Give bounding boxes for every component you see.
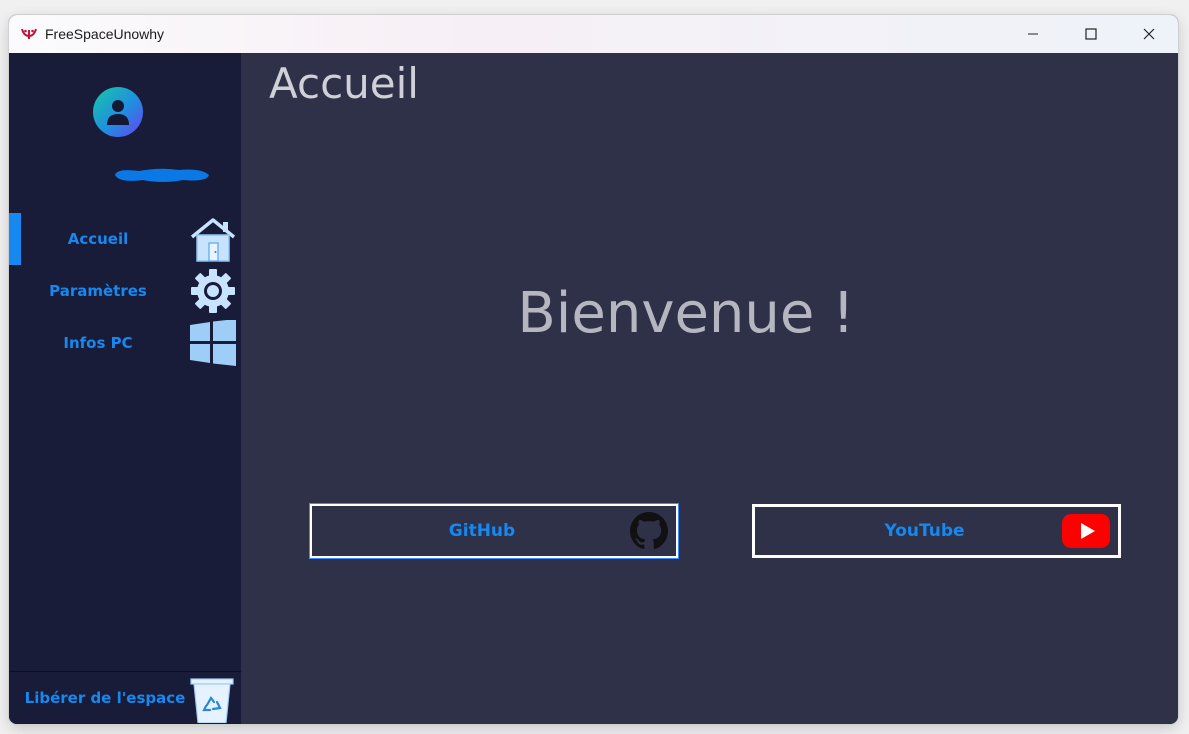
sidebar-item-accueil[interactable]: Accueil: [9, 213, 241, 265]
maximize-icon: [1085, 28, 1097, 40]
sidebar-item-label: Paramètres: [49, 282, 147, 300]
sidebar-item-infos-pc[interactable]: Infos PC: [9, 317, 241, 369]
sidebar-item-parametres[interactable]: Paramètres: [9, 265, 241, 317]
sidebar: Accueil Paramètres Infos PC Libérer de l…: [9, 53, 241, 724]
avatar: [93, 87, 143, 137]
close-button[interactable]: [1120, 15, 1178, 53]
youtube-icon: [1062, 514, 1110, 548]
main-content: Accueil Bienvenue ! GitHub YouTube: [241, 53, 1178, 724]
username-redaction: [115, 168, 209, 182]
minimize-icon: [1028, 33, 1038, 35]
window-title: FreeSpaceUnowhy: [45, 26, 165, 42]
close-icon: [1143, 28, 1155, 40]
recycle-bin-icon: [189, 677, 235, 724]
title-bar[interactable]: FreeSpaceUnowhy: [9, 15, 1178, 53]
youtube-button[interactable]: YouTube: [752, 504, 1121, 558]
home-icon: [189, 216, 237, 262]
app-window: FreeSpaceUnowhy Accueil Paramètres Infos…: [9, 15, 1178, 724]
user-icon: [107, 100, 129, 125]
github-button[interactable]: GitHub: [310, 504, 678, 558]
github-button-label: GitHub: [448, 521, 516, 541]
free-space-label: Libérer de l'espace: [24, 689, 186, 707]
sidebar-item-label: Accueil: [67, 230, 129, 248]
minimize-button[interactable]: [1004, 15, 1062, 53]
page-title: Accueil: [269, 59, 419, 108]
window-controls: [1004, 15, 1178, 53]
app-logo-icon: [21, 26, 37, 42]
sidebar-item-label: Infos PC: [63, 334, 133, 352]
gear-icon: [189, 268, 237, 314]
windows-logo-icon: [189, 320, 237, 366]
github-icon: [630, 512, 668, 550]
maximize-button[interactable]: [1062, 15, 1120, 53]
youtube-button-label: YouTube: [884, 521, 965, 541]
free-space-button[interactable]: Libérer de l'espace: [9, 671, 241, 724]
welcome-message: Bienvenue !: [517, 281, 855, 346]
